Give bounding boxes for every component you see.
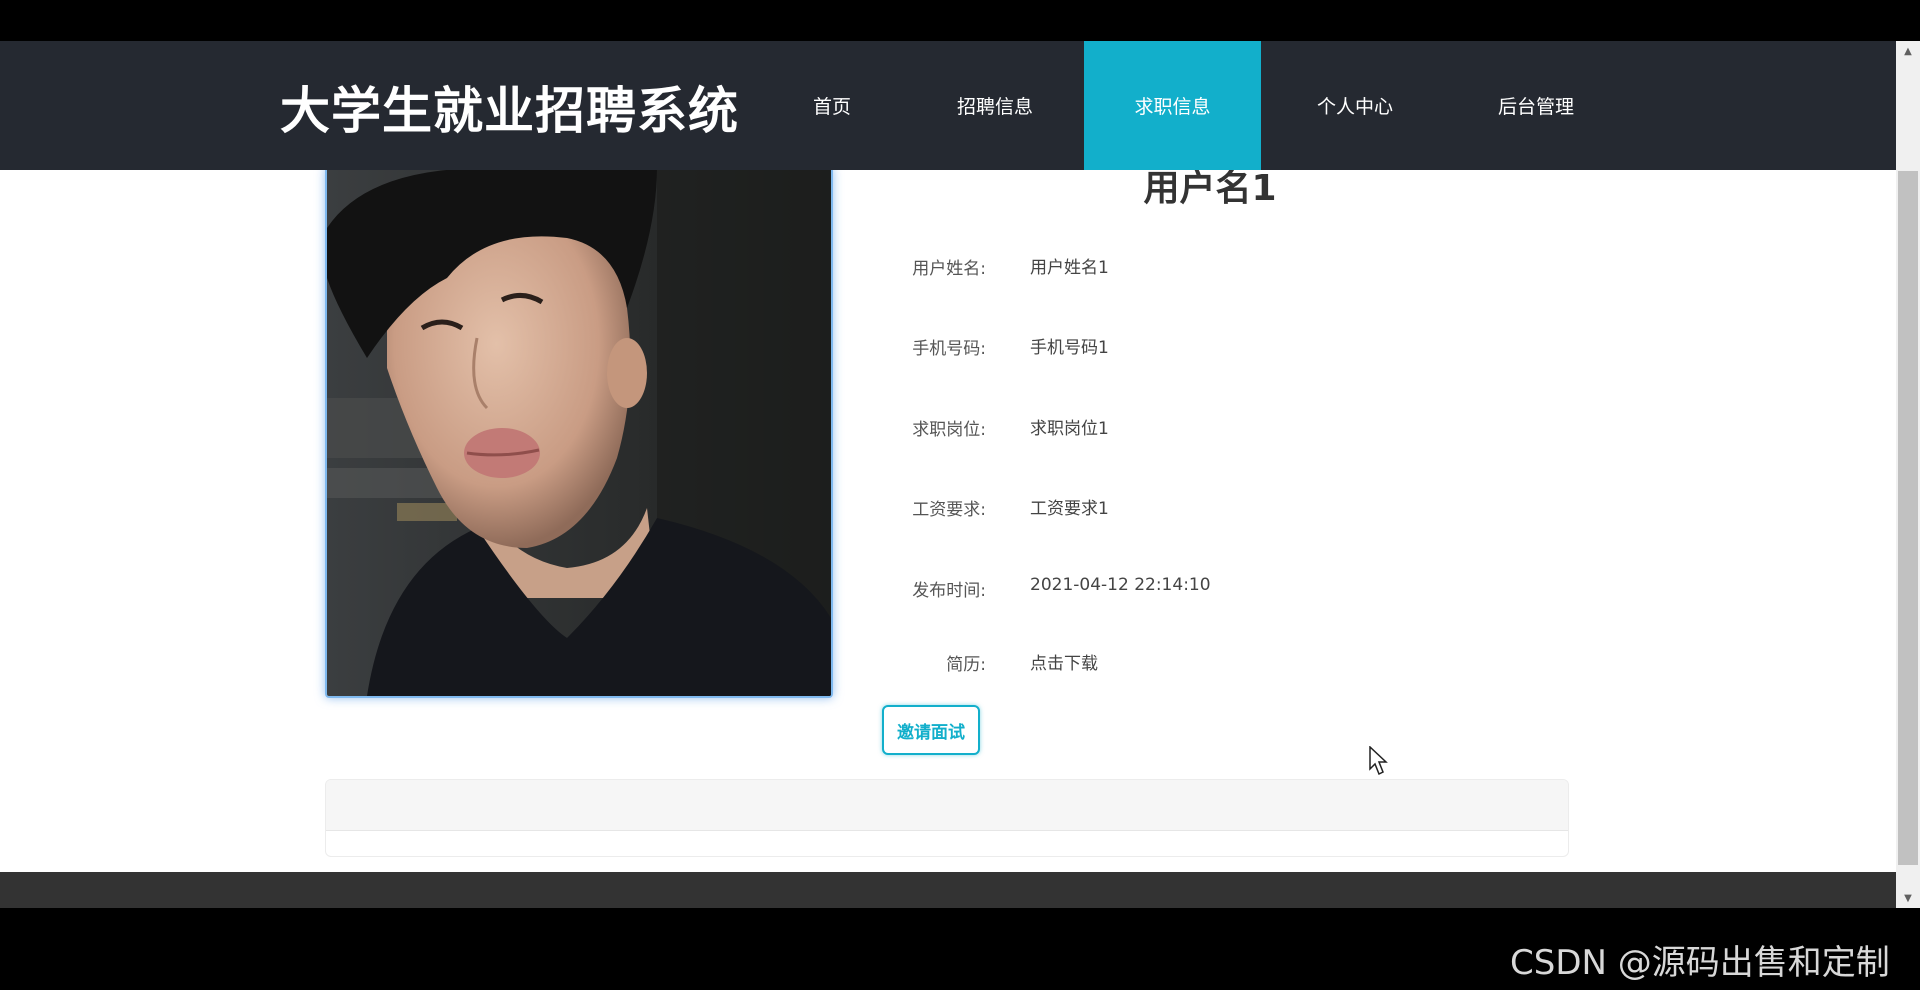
screen-top-border (0, 0, 1920, 41)
mouse-cursor-icon (1369, 745, 1389, 780)
nav-item-job-seeking[interactable]: 求职信息 (1084, 41, 1261, 170)
comment-panel-header (326, 780, 1568, 831)
page-footer (0, 872, 1896, 908)
profile-photo (325, 166, 833, 698)
value-publish-time: 2021-04-12 22:14:10 (1030, 575, 1211, 595)
scroll-up-arrow-icon[interactable]: ▲ (1898, 41, 1918, 61)
nav-item-home[interactable]: 首页 (780, 41, 884, 170)
nav-item-personal-center[interactable]: 个人中心 (1296, 41, 1414, 170)
comment-panel (325, 779, 1569, 857)
site-title: 大学生就业招聘系统 (280, 82, 739, 140)
value-position: 求职岗位1 (1030, 419, 1109, 439)
scrollbar-thumb[interactable] (1898, 171, 1918, 865)
csdn-watermark: CSDN @源码出售和定制 (1510, 943, 1890, 983)
label-resume: 简历: (946, 655, 986, 675)
value-real-name: 用户姓名1 (1030, 258, 1109, 278)
scroll-down-arrow-icon[interactable]: ▼ (1898, 888, 1918, 908)
nav-item-admin[interactable]: 后台管理 (1477, 41, 1595, 170)
label-publish-time: 发布时间: (912, 581, 986, 601)
top-navbar: 大学生就业招聘系统 首页 招聘信息 求职信息 个人中心 后台管理 (0, 41, 1896, 170)
nav-item-job-postings[interactable]: 招聘信息 (936, 41, 1054, 170)
label-position: 求职岗位: (912, 420, 986, 440)
value-salary: 工资要求1 (1030, 499, 1109, 519)
invite-interview-button[interactable]: 邀请面试 (882, 705, 980, 755)
label-phone: 手机号码: (912, 339, 986, 359)
value-phone: 手机号码1 (1030, 338, 1109, 358)
resume-download-link[interactable]: 点击下载 (1030, 649, 1098, 674)
browser-viewport: 用户名1 用户姓名: 用户姓名1 手机号码: 手机号码1 求职岗位: 求职岗位1… (0, 41, 1896, 908)
label-salary: 工资要求: (912, 500, 986, 520)
label-real-name: 用户姓名: (912, 259, 986, 279)
